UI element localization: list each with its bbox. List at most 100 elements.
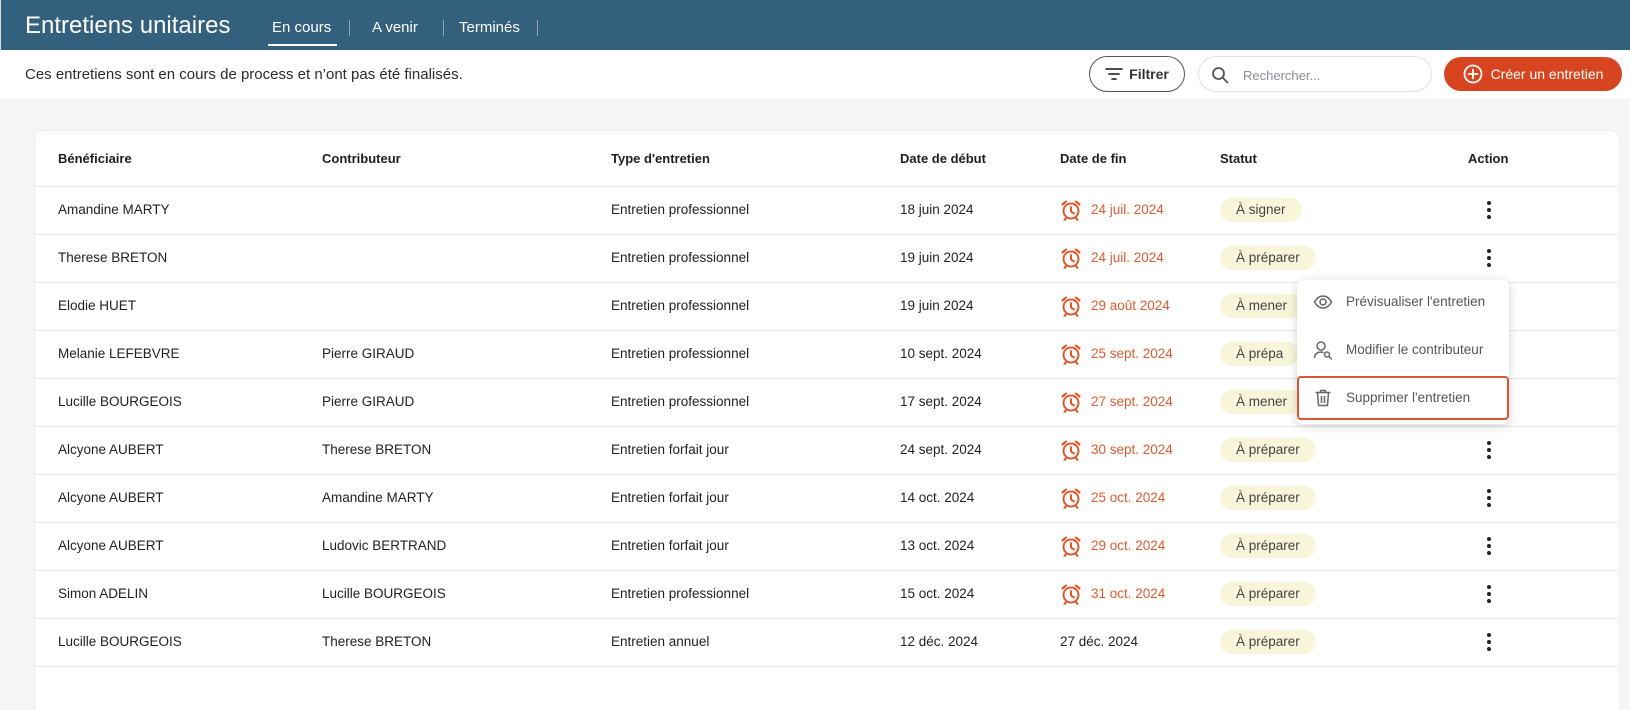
create-interview-button[interactable]: Créer un entretien — [1444, 57, 1622, 91]
row-divider — [35, 426, 1619, 427]
row-actions-kebab-icon[interactable] — [1479, 583, 1499, 605]
status-badge: À signer — [1220, 198, 1302, 222]
menu-item-delete[interactable]: Supprimer l'entretien — [1297, 376, 1509, 420]
row-actions-kebab-icon[interactable] — [1479, 631, 1499, 653]
cell-date-fin: 27 déc. 2024 — [1060, 634, 1139, 649]
cell-beneficiaire: Amandine MARTY — [58, 202, 170, 217]
row-actions-kebab-icon[interactable] — [1479, 439, 1499, 461]
cell-type: Entretien forfait jour — [611, 538, 729, 553]
status-badge: À préparer — [1220, 246, 1316, 270]
cell-beneficiaire: Elodie HUET — [58, 298, 137, 313]
alarm-clock-icon — [1059, 390, 1083, 419]
cell-date-fin: 27 sept. 2024 — [1091, 394, 1173, 409]
cell-date-debut: 13 oct. 2024 — [900, 538, 975, 553]
cell-date-fin: 24 juil. 2024 — [1091, 202, 1164, 217]
search-icon — [1212, 67, 1229, 84]
cell-date-fin: 24 juil. 2024 — [1091, 250, 1164, 265]
plus-circle-icon — [1463, 64, 1482, 84]
filter-button-label: Filtrer — [1129, 66, 1169, 82]
menu-item-preview[interactable]: Prévisualiser l'entretien — [1297, 280, 1509, 324]
cell-date-fin: 29 août 2024 — [1091, 298, 1170, 313]
alarm-clock-icon — [1059, 198, 1083, 227]
status-badge: À prépa — [1220, 342, 1300, 366]
row-divider — [35, 474, 1619, 475]
column-header-action: Action — [1468, 151, 1509, 166]
search-input[interactable] — [1243, 65, 1423, 85]
cell-beneficiaire: Alcyone AUBERT — [58, 490, 164, 505]
row-divider — [35, 522, 1619, 523]
section-description: Ces entretiens sont en cours de process … — [25, 66, 463, 83]
column-header-date-debut: Date de début — [900, 151, 986, 166]
status-badge: À mener — [1220, 390, 1304, 414]
row-actions-kebab-icon[interactable] — [1479, 199, 1499, 221]
create-interview-label: Créer un entretien — [1490, 66, 1604, 82]
filter-button[interactable]: Filtrer — [1089, 56, 1185, 92]
row-actions-kebab-icon[interactable] — [1479, 247, 1499, 269]
row-actions-kebab-icon[interactable] — [1479, 535, 1499, 557]
tab-active-indicator — [268, 44, 337, 46]
cell-date-debut: 10 sept. 2024 — [900, 346, 982, 361]
cell-beneficiaire: Lucille BOURGEOIS — [58, 394, 182, 409]
cell-type: Entretien professionnel — [611, 298, 750, 313]
cell-type: Entretien professionnel — [611, 346, 750, 361]
cell-date-debut: 14 oct. 2024 — [900, 490, 975, 505]
menu-item-label: Modifier le contributeur — [1346, 342, 1484, 357]
row-divider — [35, 186, 1619, 187]
alarm-clock-icon — [1059, 534, 1083, 563]
cell-date-fin: 30 sept. 2024 — [1091, 442, 1173, 457]
tab-separator — [537, 20, 538, 36]
cell-date-debut: 24 sept. 2024 — [900, 442, 982, 457]
cell-date-debut: 19 juin 2024 — [900, 298, 974, 313]
cell-date-debut: 12 déc. 2024 — [900, 634, 979, 649]
cell-contributeur: Ludovic BERTRAND — [322, 538, 447, 553]
eye-icon — [1313, 295, 1333, 309]
status-badge: À préparer — [1220, 534, 1316, 558]
cell-type: Entretien forfait jour — [611, 442, 729, 457]
alarm-clock-icon — [1059, 294, 1083, 323]
tab-separator — [443, 20, 444, 36]
search-box[interactable] — [1198, 56, 1432, 92]
menu-item-label: Supprimer l'entretien — [1346, 390, 1471, 405]
row-divider — [35, 618, 1619, 619]
cell-date-debut: 19 juin 2024 — [900, 250, 974, 265]
alarm-clock-icon — [1059, 582, 1083, 611]
cell-date-fin: 25 oct. 2024 — [1091, 490, 1166, 505]
tab-termines[interactable]: Terminés — [459, 19, 520, 36]
cell-contributeur: Pierre GIRAUD — [322, 394, 415, 409]
column-header-date-fin: Date de fin — [1060, 151, 1127, 166]
page-title: Entretiens unitaires — [25, 12, 231, 39]
cell-beneficiaire: Melanie LEFEBVRE — [58, 346, 180, 361]
alarm-clock-icon — [1059, 438, 1083, 467]
row-divider — [35, 666, 1619, 667]
cell-date-debut: 15 oct. 2024 — [900, 586, 975, 601]
column-header-contributeur: Contributeur — [322, 151, 401, 166]
cell-beneficiaire: Alcyone AUBERT — [58, 442, 164, 457]
cell-type: Entretien professionnel — [611, 394, 750, 409]
row-actions-kebab-icon[interactable] — [1479, 487, 1499, 509]
column-header-type: Type d'entretien — [611, 151, 710, 166]
cell-type: Entretien professionnel — [611, 586, 750, 601]
tab-a-venir[interactable]: A venir — [372, 19, 418, 36]
cell-date-debut: 18 juin 2024 — [900, 202, 974, 217]
top-bar — [0, 0, 1630, 50]
left-edge-divider — [0, 0, 1, 50]
column-header-statut: Statut — [1220, 151, 1257, 166]
tab-en-cours[interactable]: En cours — [272, 19, 331, 36]
cell-type: Entretien annuel — [611, 634, 710, 649]
alarm-clock-icon — [1059, 342, 1083, 371]
menu-item-label: Prévisualiser l'entretien — [1346, 294, 1486, 309]
cell-contributeur: Amandine MARTY — [322, 490, 434, 505]
row-divider — [35, 234, 1619, 235]
column-header-beneficiaire: Bénéficiaire — [58, 151, 132, 166]
status-badge: À préparer — [1220, 438, 1316, 462]
cell-type: Entretien forfait jour — [611, 490, 729, 505]
tab-separator — [349, 20, 350, 36]
cell-date-debut: 17 sept. 2024 — [900, 394, 982, 409]
menu-item-edit-contributor[interactable]: Modifier le contributeur — [1297, 328, 1509, 372]
row-divider — [35, 570, 1619, 571]
alarm-clock-icon — [1059, 246, 1083, 275]
cell-contributeur: Lucille BOURGEOIS — [322, 586, 446, 601]
cell-beneficiaire: Therese BRETON — [58, 250, 168, 265]
row-action-menu: Prévisualiser l'entretien Modifier le co… — [1297, 280, 1509, 424]
cell-date-fin: 31 oct. 2024 — [1091, 586, 1166, 601]
